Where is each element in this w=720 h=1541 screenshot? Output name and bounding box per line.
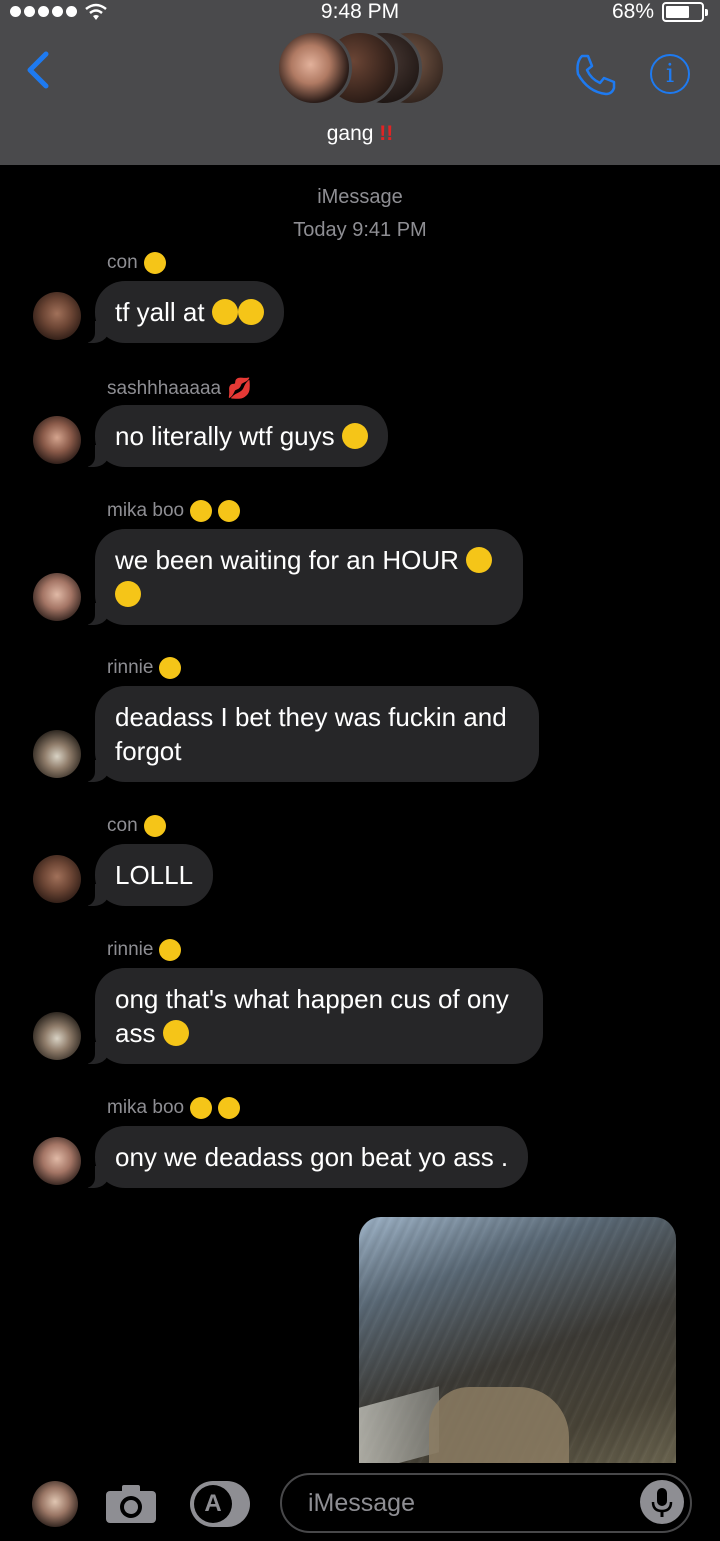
halo-emoji xyxy=(159,939,182,961)
avatar[interactable] xyxy=(33,730,81,778)
monocle-emoji xyxy=(237,299,264,325)
animoji-avatar[interactable] xyxy=(32,1481,78,1527)
avatar[interactable] xyxy=(33,1012,81,1060)
conversation-header: gang !! i xyxy=(0,24,720,165)
message-text: LOLLL xyxy=(115,860,194,890)
sender-label: rinnie xyxy=(107,939,154,960)
message-bubble[interactable]: LOLLL xyxy=(82,844,214,906)
message-bubble[interactable]: we been waiting for an HOUR xyxy=(83,529,523,625)
photo-attachment[interactable] xyxy=(359,1217,676,1463)
status-bar: 9:48 PM 68% xyxy=(0,0,720,24)
heart-eyes-emoji xyxy=(218,1097,241,1119)
thread-timestamp: Today 9:41 PM xyxy=(293,219,427,241)
sender-label: rinnie xyxy=(107,657,154,678)
message-text: tf yall at xyxy=(115,297,205,327)
message-input[interactable]: iMessage xyxy=(280,1473,692,1533)
group-avatar-stack[interactable] xyxy=(274,26,450,110)
message-text: deadass I bet they was fuckin and forgot xyxy=(115,702,507,766)
app-store-icon[interactable]: A xyxy=(190,1481,250,1527)
heart-eyes-emoji xyxy=(218,500,241,522)
heart-eyes-emoji xyxy=(190,1097,213,1119)
sender-label: mika boo xyxy=(107,500,185,521)
message-bubble[interactable]: ong that's what happen cus of ony ass xyxy=(83,968,543,1064)
sender-label: mika boo xyxy=(107,1097,185,1118)
avatar[interactable] xyxy=(33,292,81,340)
avatar[interactable] xyxy=(33,573,81,621)
sender-name: mika boo xyxy=(107,500,241,522)
sender-label: con xyxy=(107,815,138,836)
rolling-eyes-emoji xyxy=(143,815,166,837)
sender-name: rinnie xyxy=(107,939,182,961)
rolling-eyes-emoji xyxy=(143,252,166,274)
message-text: ony we deadass gon beat yo ass . xyxy=(115,1142,509,1172)
compose-bar: A iMessage xyxy=(0,1463,720,1541)
group-name-label: gang xyxy=(326,122,374,145)
message-bubble[interactable]: ony we deadass gon beat yo ass . xyxy=(82,1126,529,1188)
sender-label: con xyxy=(107,252,138,273)
loudly-crying-emoji xyxy=(341,423,368,449)
message-text: no literally wtf guys xyxy=(115,421,335,451)
sender-name: rinnie xyxy=(107,657,182,679)
sender-name: con xyxy=(107,815,166,837)
loudly-crying-emoji xyxy=(115,581,141,607)
double-exclamation-emoji: !! xyxy=(379,122,394,145)
camera-icon[interactable] xyxy=(104,1483,158,1525)
back-chevron-icon[interactable] xyxy=(22,50,52,90)
sender-label: sashhhaaaaa xyxy=(107,377,222,399)
sender-name: sashhhaaaaa 💋 xyxy=(107,376,252,401)
loudly-crying-emoji xyxy=(162,1020,189,1046)
battery-percent: 68% xyxy=(611,0,654,23)
loudly-crying-emoji xyxy=(466,547,493,573)
group-name[interactable]: gang !! xyxy=(0,122,720,146)
message-bubble[interactable]: deadass I bet they was fuckin and forgot xyxy=(83,686,539,782)
halo-emoji xyxy=(159,657,182,679)
kiss-mark-emoji: 💋 xyxy=(227,378,253,400)
sender-name: con xyxy=(107,252,166,274)
avatar[interactable] xyxy=(33,1137,81,1185)
avatar[interactable] xyxy=(33,416,81,464)
battery-icon xyxy=(662,2,708,22)
microphone-icon[interactable] xyxy=(640,1480,684,1524)
info-icon[interactable]: i xyxy=(650,54,690,94)
message-input-placeholder: iMessage xyxy=(308,1489,415,1517)
message-bubble[interactable]: no literally wtf guys xyxy=(83,405,388,467)
message-text: we been waiting for an HOUR xyxy=(115,545,459,575)
group-member-avatar xyxy=(276,30,352,106)
monocle-emoji xyxy=(211,299,238,325)
service-label: iMessage xyxy=(317,186,403,208)
heart-eyes-emoji xyxy=(190,500,213,522)
phone-icon[interactable] xyxy=(572,52,618,98)
avatar[interactable] xyxy=(33,855,81,903)
sender-name: mika boo xyxy=(107,1097,241,1119)
message-bubble[interactable]: tf yall at xyxy=(83,281,284,343)
